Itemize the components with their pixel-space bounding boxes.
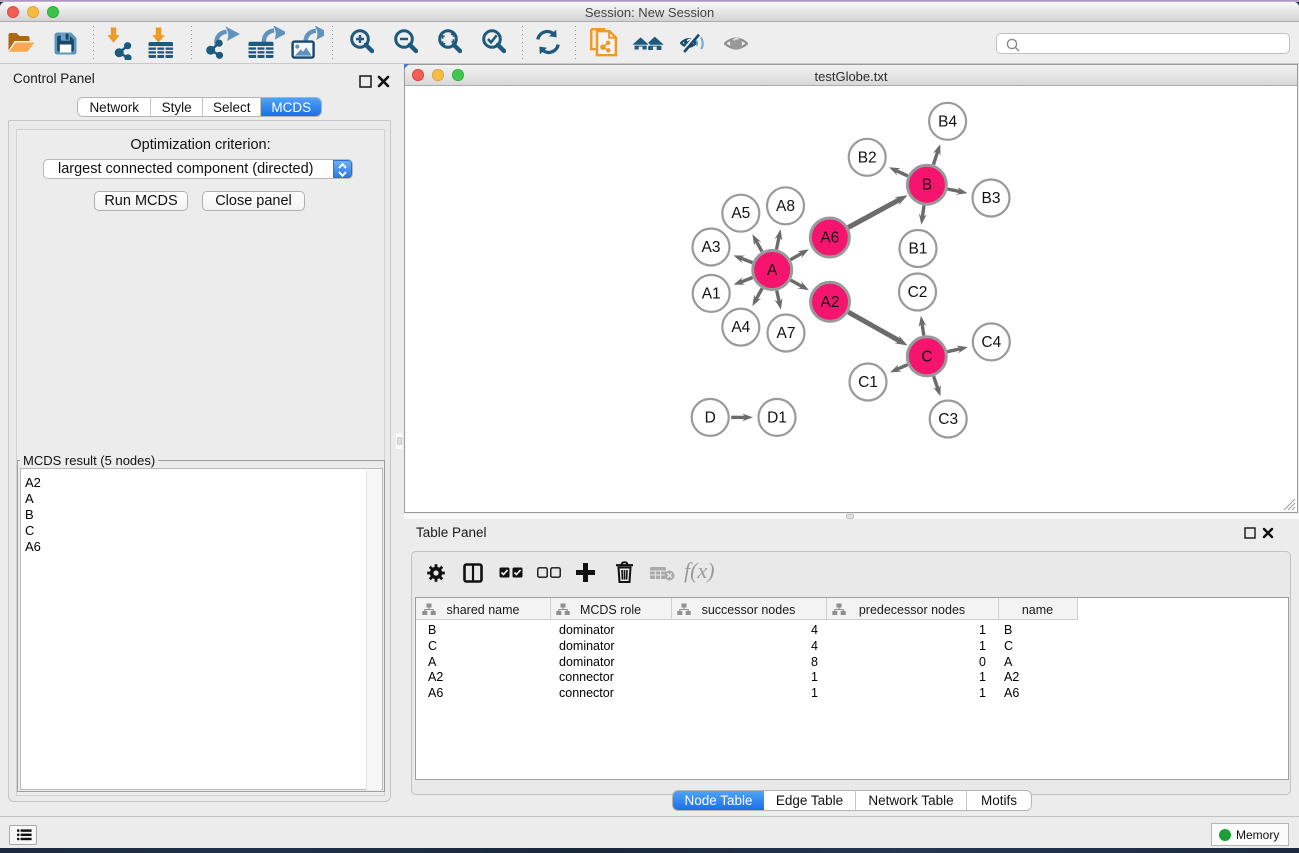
svg-text:C4: C4 [981, 333, 1001, 350]
svg-text:A: A [767, 262, 778, 279]
svg-text:A7: A7 [777, 325, 796, 342]
svg-text:D: D [705, 409, 716, 426]
svg-text:B3: B3 [982, 190, 1001, 207]
svg-text:A1: A1 [702, 285, 721, 302]
svg-text:A2: A2 [821, 293, 840, 310]
svg-text:C: C [921, 348, 932, 365]
svg-text:D1: D1 [767, 409, 787, 426]
svg-text:A4: A4 [731, 319, 750, 336]
svg-text:C1: C1 [858, 374, 878, 391]
svg-text:A8: A8 [776, 197, 795, 214]
svg-text:B1: B1 [909, 240, 928, 257]
svg-text:B4: B4 [938, 113, 957, 130]
svg-text:A3: A3 [702, 239, 721, 256]
svg-text:A5: A5 [731, 205, 750, 222]
svg-text:C2: C2 [908, 284, 928, 301]
svg-text:B: B [922, 176, 932, 193]
svg-text:B2: B2 [858, 149, 877, 166]
svg-text:C3: C3 [938, 411, 958, 428]
svg-text:A6: A6 [820, 229, 839, 246]
